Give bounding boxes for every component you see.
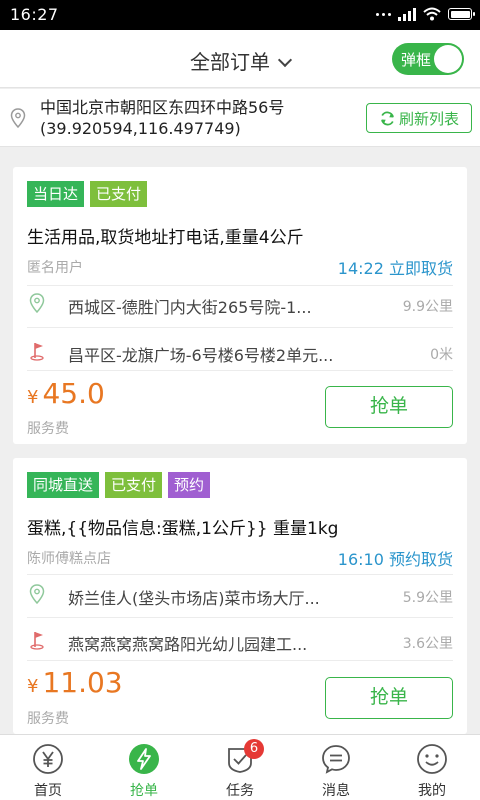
- tab-label: 我的: [418, 783, 446, 799]
- task-count-badge: 6: [244, 739, 264, 759]
- order-card[interactable]: 当日达 已支付 生活用品,取货地址打电话,重量4公斤 匿名用户 14:22 立即…: [13, 167, 467, 444]
- tab-label: 首页: [34, 783, 62, 799]
- fee-label: 服务费: [27, 421, 69, 437]
- refresh-label: 刷新列表: [398, 109, 459, 128]
- chevron-down-icon: [277, 52, 293, 68]
- pickup-pin-icon: [29, 584, 45, 604]
- pickup-distance: 5.9公里: [402, 590, 453, 606]
- order-description: 蛋糕,{{物品信息:蛋糕,1公斤}} 重量1kg: [27, 519, 339, 539]
- pickup-address: 西城区-德胜门内大街265号院-1...: [68, 298, 312, 317]
- refresh-icon: [381, 111, 394, 125]
- order-card[interactable]: 同城直送 已支付 预约 蛋糕,{{物品信息:蛋糕,1公斤}} 重量1kg 陈师傅…: [13, 458, 467, 734]
- tab-label: 任务: [226, 783, 254, 799]
- lightning-icon: [129, 744, 159, 774]
- current-address: 中国北京市朝阳区东四环中路56号 (39.920594,116.497749): [40, 97, 284, 139]
- battery-icon: [448, 8, 475, 20]
- fee-label: 服务费: [27, 711, 69, 727]
- divider: [27, 574, 453, 575]
- yen-icon: [33, 744, 63, 774]
- destination-address: 燕窝燕窝燕窝路阳光幼儿园建工...: [68, 635, 308, 654]
- tag-delivery-type: 同城直送: [27, 472, 100, 498]
- location-pin-icon: [10, 108, 26, 128]
- grab-order-button[interactable]: 抢单: [325, 677, 453, 719]
- destination-flag-icon: [30, 343, 44, 361]
- toggle-knob: [434, 45, 462, 73]
- price-value: 45.0: [42, 377, 105, 410]
- pickup-pin-icon: [29, 293, 45, 313]
- tab-label: 抢单: [130, 783, 158, 799]
- order-price: ¥45.0: [27, 377, 105, 410]
- popup-toggle[interactable]: 弹框: [392, 43, 464, 75]
- divider: [27, 370, 453, 371]
- pickup-time: 16:10 预约取货: [337, 550, 453, 569]
- order-sender: 匿名用户: [27, 260, 83, 276]
- divider: [27, 327, 453, 328]
- tab-tasks[interactable]: 6 任务: [192, 735, 288, 800]
- tab-profile[interactable]: 我的: [384, 735, 480, 800]
- tag-paid: 已支付: [105, 472, 163, 498]
- tab-home[interactable]: 首页: [0, 735, 96, 800]
- currency-symbol: ¥: [27, 676, 39, 697]
- status-bar: 16:27: [0, 0, 480, 30]
- location-bar: 中国北京市朝阳区东四环中路56号 (39.920594,116.497749) …: [0, 89, 480, 147]
- refresh-list-button[interactable]: 刷新列表: [366, 103, 472, 133]
- top-bar: 全部订单 弹框: [0, 30, 480, 88]
- order-tags: 当日达 已支付: [27, 181, 148, 207]
- pickup-address: 娇兰佳人(垡头市场店)菜市场大厅...: [68, 589, 320, 608]
- more-dots-icon: [376, 12, 391, 16]
- bottom-tab-bar: 首页 抢单 6 任务 消息 我的: [0, 734, 480, 800]
- tag-paid: 已支付: [90, 181, 148, 207]
- currency-symbol: ¥: [27, 387, 39, 408]
- message-icon: [322, 745, 350, 774]
- signal-icon: [398, 7, 416, 21]
- grab-order-button[interactable]: 抢单: [325, 386, 453, 428]
- wifi-icon: [423, 7, 441, 21]
- tag-delivery-type: 当日达: [27, 181, 85, 207]
- tab-label: 消息: [322, 783, 350, 799]
- tab-grab-orders[interactable]: 抢单: [96, 735, 192, 800]
- status-time: 16:27: [10, 5, 59, 24]
- order-sender: 陈师傅糕点店: [27, 551, 111, 567]
- status-icons: [376, 7, 475, 21]
- order-price: ¥11.03: [27, 666, 123, 699]
- price-value: 11.03: [42, 666, 123, 699]
- address-line: 中国北京市朝阳区东四环中路56号: [40, 98, 285, 117]
- destination-distance: 0米: [430, 347, 453, 363]
- destination-address: 昌平区-龙旗广场-6号楼6号楼2单元...: [68, 346, 334, 365]
- order-tags: 同城直送 已支付 预约: [27, 472, 211, 498]
- page-title: 全部订单: [190, 50, 270, 74]
- order-description: 生活用品,取货地址打电话,重量4公斤: [27, 228, 304, 248]
- destination-distance: 3.6公里: [402, 636, 453, 652]
- coordinates-line: (39.920594,116.497749): [40, 119, 241, 138]
- tag-scheduled: 预约: [168, 472, 211, 498]
- divider: [27, 617, 453, 618]
- pickup-time: 14:22 立即取货: [337, 259, 453, 278]
- divider: [27, 660, 453, 661]
- destination-flag-icon: [30, 632, 44, 650]
- popup-toggle-label: 弹框: [401, 51, 432, 69]
- smiley-icon: [417, 744, 447, 774]
- tab-messages[interactable]: 消息: [288, 735, 384, 800]
- pickup-distance: 9.9公里: [402, 299, 453, 315]
- divider: [27, 285, 453, 286]
